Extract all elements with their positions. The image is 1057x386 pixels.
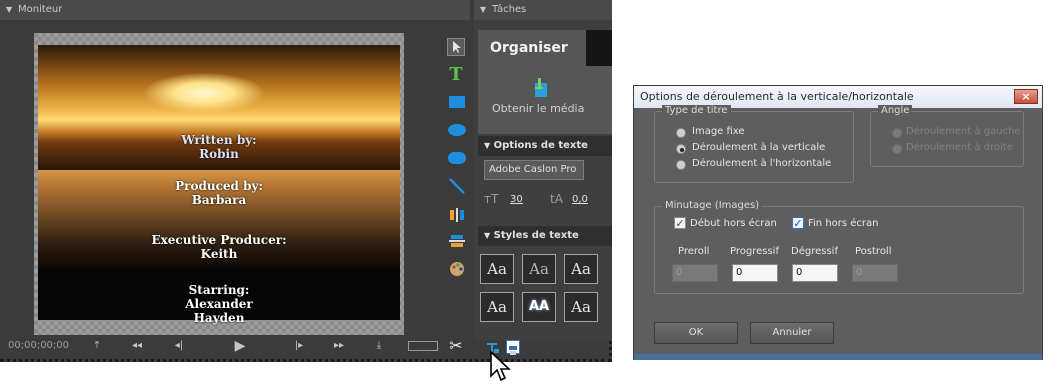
font-size-icon: ᴛT bbox=[484, 192, 499, 206]
type-tool-icon[interactable]: T bbox=[447, 66, 465, 84]
text-options-header[interactable]: ▼ Options de texte bbox=[478, 136, 612, 156]
cancel-button[interactable]: Annuler bbox=[750, 322, 834, 344]
tasks-panel-header[interactable]: ▼ Tâches bbox=[474, 0, 612, 20]
dialog-title: Options de déroulement à la verticale/ho… bbox=[640, 90, 914, 103]
line-tool-icon[interactable] bbox=[447, 176, 467, 196]
credit-produced-by[interactable]: Produced by: bbox=[144, 179, 294, 193]
start-offscreen-checkbox[interactable]: ✓ bbox=[674, 217, 686, 229]
radio-vertical-roll-label[interactable]: Déroulement à la verticale bbox=[692, 142, 825, 153]
tasks-title: Tâches bbox=[492, 4, 527, 15]
radio-crawl-left[interactable] bbox=[892, 128, 902, 138]
dialog-bottom-edge bbox=[634, 354, 1042, 360]
radio-crawl-left-label[interactable]: Déroulement à gauche bbox=[906, 126, 1021, 137]
monitor-title: Moniteur bbox=[18, 4, 63, 15]
tab-edge bbox=[586, 30, 612, 66]
text-styles-header[interactable]: ▼ Styles de texte bbox=[478, 226, 612, 246]
scissors-icon[interactable]: ✂ bbox=[446, 336, 466, 355]
font-size-value[interactable]: 30 bbox=[510, 194, 523, 205]
timing-label: Minutage (Images) bbox=[662, 200, 763, 211]
close-icon: × bbox=[1021, 90, 1031, 103]
text-style-thumb[interactable]: Aa bbox=[522, 254, 556, 284]
ease-out-label: Dégressif bbox=[791, 246, 838, 257]
selection-tool[interactable] bbox=[447, 38, 465, 56]
get-media-icon bbox=[533, 78, 549, 98]
palette-icon[interactable] bbox=[447, 260, 467, 278]
collapse-triangle-icon[interactable]: ▼ bbox=[480, 0, 486, 20]
credit-produced-name[interactable]: Barbara bbox=[144, 193, 294, 207]
credit-starring-name-2[interactable]: Hayden bbox=[144, 311, 294, 325]
radio-crawl-right[interactable] bbox=[892, 144, 902, 154]
angle-group bbox=[870, 111, 1024, 167]
step-back-icon[interactable]: ◂| bbox=[170, 340, 188, 351]
center-tool-icon[interactable] bbox=[447, 232, 467, 250]
radio-horizontal-crawl[interactable] bbox=[676, 160, 686, 170]
radio-crawl-right-label[interactable]: Déroulement à droite bbox=[906, 142, 1013, 153]
transport-bar: 00;00;00;00 ⤒ ◂◂ ◂| ▶ |▸ ▸▸ ⤓ ✂ bbox=[0, 336, 470, 358]
credit-written-name[interactable]: Robin bbox=[144, 147, 294, 161]
timecode[interactable]: 00;00;00;00 bbox=[8, 340, 69, 351]
credit-starring[interactable]: Starring: bbox=[144, 283, 294, 297]
text-styles-label: Styles de texte bbox=[493, 230, 579, 241]
preroll-label: Preroll bbox=[678, 246, 710, 257]
preroll-field[interactable]: 0 bbox=[672, 264, 718, 282]
arrow-cursor-icon bbox=[453, 41, 461, 53]
credit-written-by[interactable]: Written by: bbox=[144, 133, 294, 147]
credit-starring-name-1[interactable]: Alexander bbox=[144, 297, 294, 311]
leading-value[interactable]: 0,0 bbox=[572, 194, 588, 205]
radio-vertical-roll[interactable] bbox=[676, 144, 686, 154]
close-button[interactable]: × bbox=[1014, 89, 1038, 104]
title-type-label: Type de titre bbox=[662, 105, 731, 116]
credit-executive-name[interactable]: Keith bbox=[134, 247, 304, 261]
text-style-thumb[interactable]: Aa bbox=[480, 254, 514, 284]
sun-glow bbox=[144, 73, 264, 113]
collapse-triangle-icon: ▼ bbox=[484, 231, 491, 240]
ease-in-label: Progressif bbox=[730, 246, 779, 257]
play-icon[interactable]: ▶ bbox=[230, 338, 250, 354]
ellipse-tool-icon[interactable] bbox=[448, 124, 466, 136]
text-style-thumb[interactable]: Aa bbox=[564, 292, 598, 322]
monitor-preview[interactable]: Written by: Robin Produced by: Barbara E… bbox=[34, 33, 404, 335]
text-style-thumb[interactable]: Aa bbox=[564, 254, 598, 284]
radio-still-image-label[interactable]: Image fixe bbox=[692, 126, 745, 137]
text-style-thumb[interactable]: Aa bbox=[480, 292, 514, 322]
scroll-options-dialog: Options de déroulement à la verticale/ho… bbox=[633, 85, 1043, 360]
text-style-thumb[interactable]: AA bbox=[522, 292, 556, 322]
postroll-label: Postroll bbox=[855, 246, 892, 257]
font-family-select[interactable]: Adobe Caslon Pro bbox=[484, 160, 584, 180]
monitor-panel-header[interactable]: ▼ Moniteur bbox=[0, 0, 470, 20]
align-tool-icon[interactable] bbox=[447, 206, 467, 224]
ease-out-field[interactable]: 0 bbox=[792, 264, 838, 282]
rounded-rectangle-tool-icon[interactable] bbox=[448, 152, 466, 164]
shuttle-slider[interactable] bbox=[408, 341, 438, 351]
ease-in-field[interactable]: 0 bbox=[732, 264, 778, 282]
collapse-triangle-icon: ▼ bbox=[484, 141, 491, 150]
end-offscreen-checkbox[interactable]: ✓ bbox=[792, 217, 804, 229]
angle-label: Angle bbox=[878, 105, 913, 116]
tasks-panel: Organiser Obtenir le média ▼ Options de … bbox=[474, 20, 612, 340]
end-offscreen-label[interactable]: Fin hors écran bbox=[808, 218, 879, 229]
premiere-workspace: ▼ Moniteur Written by: Robin Produced by… bbox=[0, 0, 612, 362]
mouse-pointer-icon bbox=[488, 350, 514, 382]
titler-toolbar: T bbox=[443, 38, 469, 288]
start-offscreen-label[interactable]: Début hors écran bbox=[690, 218, 777, 229]
rectangle-tool-icon[interactable] bbox=[449, 96, 465, 108]
next-edit-icon[interactable]: ⤓ bbox=[372, 340, 386, 351]
rewind-icon[interactable]: ◂◂ bbox=[128, 340, 146, 351]
previous-edit-icon[interactable]: ⤒ bbox=[90, 340, 104, 351]
postroll-field[interactable]: 0 bbox=[852, 264, 898, 282]
text-options-label: Options de texte bbox=[493, 140, 588, 151]
leading-icon: tA bbox=[550, 192, 563, 206]
get-media-label: Obtenir le média bbox=[492, 102, 585, 115]
step-forward-icon[interactable]: |▸ bbox=[290, 340, 308, 351]
fast-forward-icon[interactable]: ▸▸ bbox=[330, 340, 348, 351]
radio-still-image[interactable] bbox=[676, 128, 686, 138]
tab-organise[interactable]: Organiser bbox=[478, 30, 586, 66]
ok-button[interactable]: OK bbox=[654, 322, 738, 344]
get-media-area[interactable]: Obtenir le média bbox=[478, 66, 612, 134]
collapse-triangle-icon[interactable]: ▼ bbox=[6, 0, 12, 20]
radio-horizontal-crawl-label[interactable]: Déroulement à l'horizontale bbox=[692, 158, 831, 169]
credit-executive[interactable]: Executive Producer: bbox=[134, 233, 304, 247]
